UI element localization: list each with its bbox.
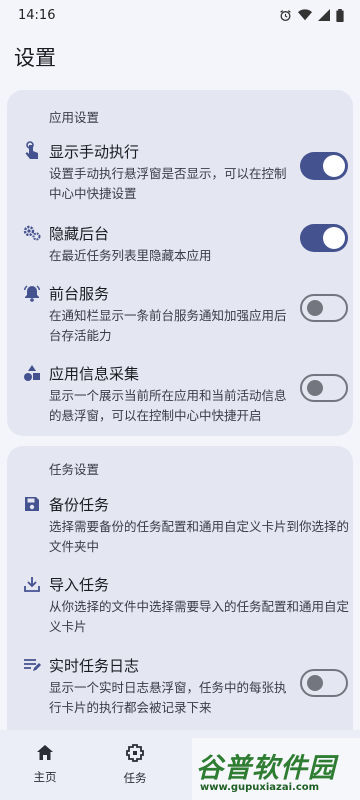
signal-icon [318, 9, 330, 21]
setting-description: 从你选择的文件中选择需要导入的任务配置和通用自定义卡片 [49, 599, 350, 634]
app-info-collect-toggle[interactable] [300, 374, 348, 402]
app-settings-card: 应用设置 显示手动执行 设置手动执行悬浮窗是否显示，可以在控制中心中快捷设置 隐… [7, 90, 353, 436]
toggle-knob [323, 155, 345, 177]
realtime-task-log-toggle[interactable] [300, 669, 348, 697]
wifi-icon [298, 9, 312, 21]
setting-title: 实时任务日志 [49, 657, 140, 675]
setting-title: 隐藏后台 [49, 225, 110, 243]
setting-realtime-task-log[interactable]: 实时任务日志 显示一个实时日志悬浮窗，任务中的每张执行卡片的执行都会被记录下来 [7, 656, 353, 716]
battery-icon [336, 8, 344, 22]
setting-title: 导入任务 [49, 576, 110, 594]
status-time: 14:16 [18, 7, 56, 23]
gears-icon [23, 224, 41, 242]
nav-label: 主页 [33, 770, 57, 784]
setting-hide-background[interactable]: 隐藏后台 在最近任务列表里隐藏本应用 [7, 224, 353, 264]
setting-backup-tasks[interactable]: 备份任务 选择需要备份的任务配置和通用自定义卡片到你选择的文件夹中 [7, 495, 353, 555]
section-title: 应用设置 [49, 110, 100, 125]
toggle-knob [307, 300, 323, 316]
save-icon [23, 495, 41, 513]
setting-import-tasks[interactable]: 导入任务 从你选择的文件中选择需要导入的任务配置和通用自定义卡片 [7, 575, 353, 635]
section-title: 任务设置 [49, 462, 100, 477]
watermark: 谷普软件园 www.gupuxiazai.com [192, 738, 360, 800]
toggle-knob [323, 227, 345, 249]
watermark-url: www.gupuxiazai.com [200, 782, 320, 793]
setting-description: 显示一个实时日志悬浮窗，任务中的每张执行卡片的执行都会被记录下来 [49, 680, 287, 715]
watermark-text: 谷普软件园 [196, 753, 336, 784]
download-icon [23, 575, 41, 593]
setting-description: 在最近任务列表里隐藏本应用 [49, 248, 212, 263]
touch-icon [23, 141, 41, 160]
setting-show-manual-exec[interactable]: 显示手动执行 设置手动执行悬浮窗是否显示，可以在控制中心中快捷设置 [7, 141, 353, 202]
hide-background-toggle[interactable] [300, 224, 348, 252]
toggle-knob [307, 380, 323, 396]
setting-description: 在通知栏显示一条前台服务通知加强应用后台存活能力 [49, 308, 287, 343]
task-settings-card: 任务设置 备份任务 选择需要备份的任务配置和通用自定义卡片到你选择的文件夹中 导… [7, 446, 353, 746]
toggle-knob [307, 675, 323, 691]
alarm-icon [280, 9, 291, 21]
status-bar: 14:16 [0, 0, 360, 30]
task-icon [126, 744, 144, 762]
bell-icon [23, 284, 41, 302]
foreground-service-toggle[interactable] [300, 294, 348, 322]
status-icons [279, 8, 344, 22]
page-title: 设置 [14, 46, 56, 70]
setting-description: 选择需要备份的任务配置和通用自定义卡片到你选择的文件夹中 [49, 519, 350, 554]
setting-title: 前台服务 [49, 285, 110, 303]
nav-item-home[interactable]: 主页 [0, 730, 90, 800]
nav-label: 任务 [123, 771, 147, 785]
shapes-icon [23, 364, 41, 382]
home-icon [37, 745, 53, 760]
setting-title: 应用信息采集 [49, 365, 140, 383]
log-icon [23, 656, 41, 674]
nav-item-tasks[interactable]: 任务 [90, 730, 180, 800]
setting-description: 显示一个展示当前所在应用和当前活动信息的悬浮窗，可以在控制中心中快捷开启 [49, 388, 287, 423]
setting-title: 备份任务 [49, 496, 110, 514]
setting-foreground-service[interactable]: 前台服务 在通知栏显示一条前台服务通知加强应用后台存活能力 [7, 284, 353, 344]
setting-title: 显示手动执行 [49, 143, 140, 161]
setting-description: 设置手动执行悬浮窗是否显示，可以在控制中心中快捷设置 [49, 166, 287, 201]
setting-app-info-collect[interactable]: 应用信息采集 显示一个展示当前所在应用和当前活动信息的悬浮窗，可以在控制中心中快… [7, 364, 353, 424]
show-manual-exec-toggle[interactable] [300, 152, 348, 180]
